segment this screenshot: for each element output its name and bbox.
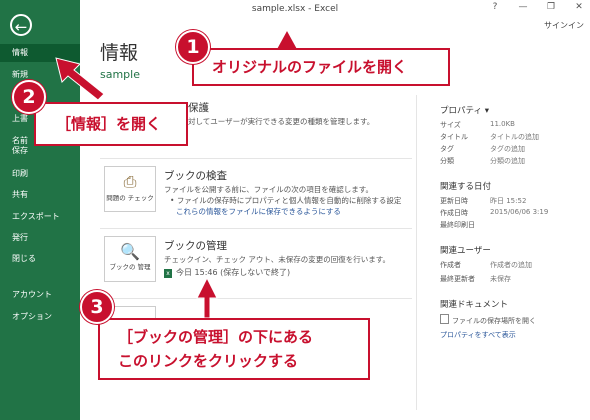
- prop-value: 2015/06/06 3:19: [490, 208, 549, 216]
- minimize-button[interactable]: —: [516, 2, 530, 12]
- manage-workbook-icon: 🔍: [120, 242, 140, 261]
- page-title: 情報: [100, 42, 139, 64]
- sidebar-item-close[interactable]: 閉じる: [0, 250, 80, 268]
- open-file-location-link[interactable]: ファイルの保存場所を開く: [440, 314, 536, 326]
- divider: [100, 298, 412, 299]
- allow-save-info-link[interactable]: これらの情報をファイルに保存できるようにする: [176, 207, 341, 217]
- annotation-callout-1: オリジナルのファイルを開く: [192, 48, 450, 86]
- prop-value: 未保存: [490, 275, 511, 283]
- sidebar-item-new[interactable]: 新規: [0, 66, 80, 84]
- inspect-bullet: • ファイルの保存時にプロパティと個人情報を自動的に削除する設定: [170, 196, 402, 205]
- docs-heading: 関連ドキュメント: [440, 300, 509, 310]
- prop-value: 昨日 15:52: [490, 197, 527, 205]
- sidebar-item-print[interactable]: 印刷: [0, 165, 80, 183]
- sidebar-item-share[interactable]: 共有: [0, 186, 80, 204]
- prop-key: 最終印刷日: [440, 221, 475, 229]
- sidebar-item-info[interactable]: 情報: [0, 44, 80, 62]
- prop-key: 最終更新者: [440, 275, 475, 283]
- annotation-callout-3: ［ブックの管理］の下にある このリンクをクリックする: [98, 318, 370, 380]
- annotation-badge-2: 2: [12, 80, 46, 114]
- annotation-text-1: オリジナルのファイルを開く: [212, 58, 408, 76]
- annotation-callout-2: ［情報］を開く: [34, 102, 188, 146]
- inspect-icon: ⎙: [123, 172, 137, 191]
- restore-button[interactable]: ❐: [544, 2, 558, 12]
- folder-icon: [440, 314, 449, 324]
- close-button[interactable]: ✕: [572, 2, 586, 12]
- annotation-badge-1: 1: [176, 30, 210, 64]
- prop-key: サイズ: [440, 121, 461, 129]
- prop-key: 更新日時: [440, 197, 468, 205]
- inspect-bullet-text: ファイルの保存時にプロパティと個人情報を自動的に削除する設定: [176, 196, 402, 205]
- prop-key: 作成日時: [440, 209, 468, 217]
- unsaved-version-link[interactable]: 今日 15:46 (保存しないで終了): [176, 268, 290, 277]
- annotation-text-2: ［情報］を開く: [56, 115, 162, 133]
- divider: [100, 228, 412, 229]
- sidebar-item-publish[interactable]: 発行: [0, 229, 80, 247]
- prop-value-title[interactable]: タイトルの追加: [490, 132, 539, 142]
- signin-link[interactable]: サインイン: [544, 20, 584, 31]
- backstage-sidebar: ← 情報 新規 開く 上書 名前 保存 印刷 共有 エクスポート 発行 閉じる …: [0, 0, 80, 420]
- version-row[interactable]: x 今日 15:46 (保存しないで終了): [164, 268, 290, 278]
- annotation-badge-3: 3: [80, 290, 114, 324]
- show-all-properties-link[interactable]: プロパティをすべて表示: [440, 330, 516, 340]
- dates-heading: 関連する日付: [440, 182, 492, 192]
- open-file-location-text: ファイルの保存場所を開く: [452, 317, 536, 325]
- back-arrow-icon[interactable]: ←: [10, 14, 32, 36]
- users-heading: 関連ユーザー: [440, 246, 491, 256]
- help-button[interactable]: ?: [488, 2, 502, 12]
- prop-value-author[interactable]: 作成者の追加: [490, 260, 532, 270]
- properties-heading[interactable]: プロパティ ▾: [440, 104, 489, 116]
- prop-key: 分類: [440, 157, 454, 165]
- prop-value: 11.0KB: [490, 120, 515, 128]
- divider: [100, 158, 412, 159]
- inspect-heading: ブックの検査: [164, 170, 227, 182]
- check-issues-label: 問題の チェック: [106, 194, 154, 202]
- check-issues-button[interactable]: ⎙ 問題の チェック: [104, 166, 156, 212]
- manage-description: チェックイン、チェック アウト、未保存の変更の回復を行います。: [164, 255, 391, 264]
- sidebar-item-export[interactable]: エクスポート: [0, 208, 80, 226]
- sidebar-item-account[interactable]: アカウント: [0, 286, 80, 304]
- prop-key: 作成者: [440, 261, 461, 269]
- protect-description: 対してユーザーが実行できる変更の種類を管理します。: [188, 117, 375, 126]
- inspect-description: ファイルを公開する前に、ファイルの次の項目を確認します。: [164, 185, 374, 194]
- annotation-text-3b: このリンクをクリックする: [118, 352, 299, 370]
- excel-file-icon: x: [164, 269, 172, 278]
- prop-value-category[interactable]: 分類の追加: [490, 156, 525, 166]
- file-name: sample: [100, 68, 140, 81]
- manage-heading: ブックの管理: [164, 240, 227, 252]
- manage-workbook-label: ブックの 管理: [109, 263, 151, 271]
- properties-heading-text: プロパティ: [440, 106, 482, 116]
- prop-value-tags[interactable]: タグの追加: [490, 144, 525, 154]
- protect-heading: 保護: [188, 102, 209, 114]
- title-bar: sample.xlsx - Excel ? — ❐ ✕ サインイン: [0, 0, 590, 30]
- manage-workbook-button[interactable]: 🔍 ブックの 管理: [104, 236, 156, 282]
- sidebar-item-options[interactable]: オプション: [0, 308, 80, 326]
- annotation-text-3a: ［ブックの管理］の下にある: [118, 328, 314, 346]
- properties-divider: [416, 95, 417, 410]
- window-controls: ? — ❐ ✕: [488, 2, 586, 12]
- prop-key: タグ: [440, 145, 454, 153]
- prop-key: タイトル: [440, 133, 468, 141]
